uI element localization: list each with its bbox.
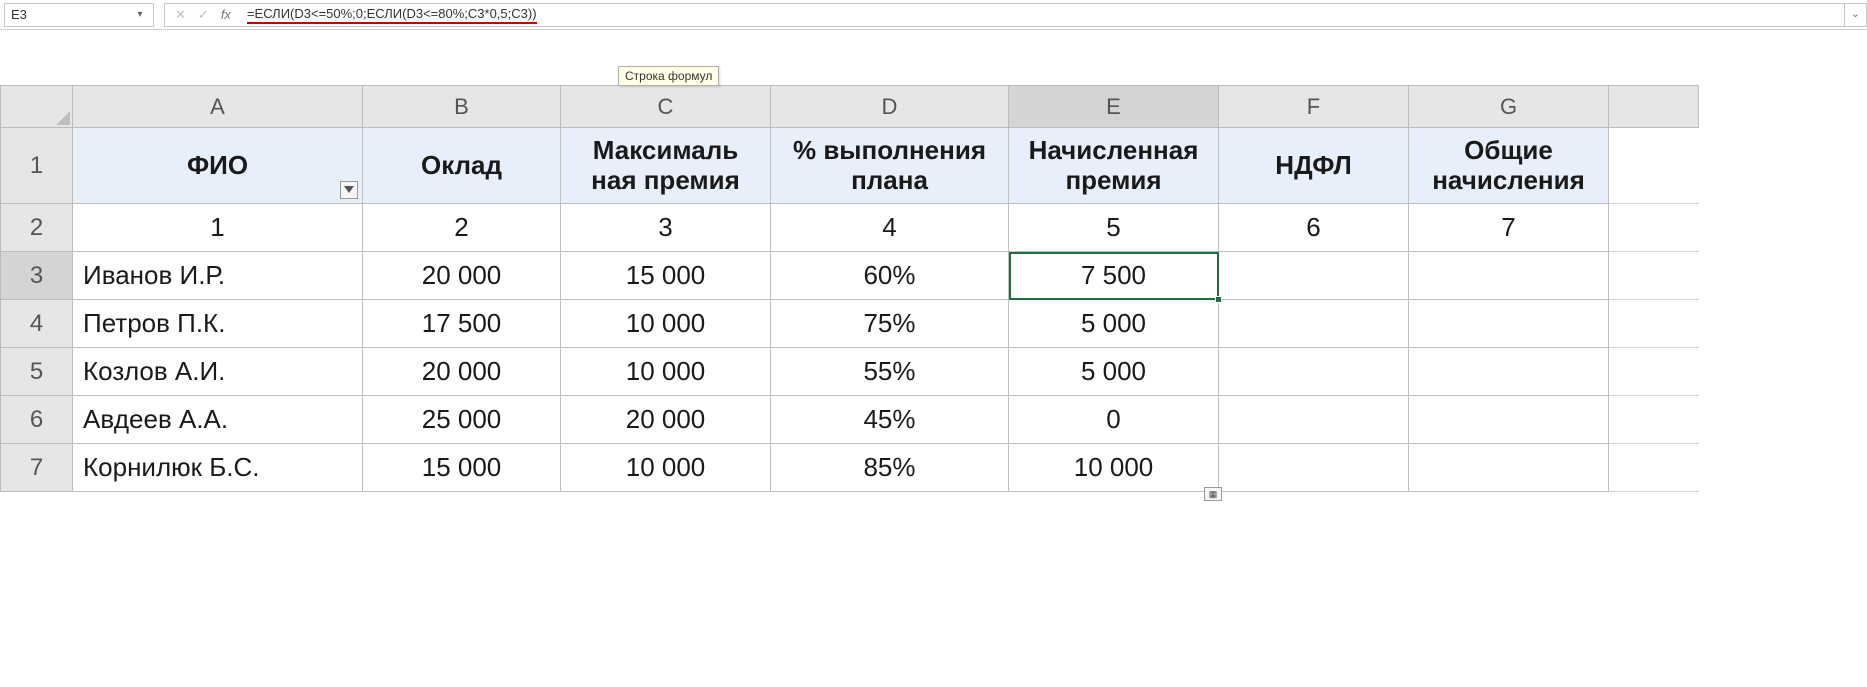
cell-D6[interactable]: 45% (771, 396, 1009, 444)
cell-E4[interactable]: 5 000 (1009, 300, 1219, 348)
header-plan[interactable]: % выполненияплана (771, 128, 1009, 204)
cell-D2[interactable]: 4 (771, 204, 1009, 252)
cell-G7[interactable] (1409, 444, 1609, 492)
cell-G5[interactable] (1409, 348, 1609, 396)
cell-G6[interactable] (1409, 396, 1609, 444)
cell-F5[interactable] (1219, 348, 1409, 396)
cell-blank[interactable] (1609, 128, 1699, 204)
column-header-row: A B C D E F G (1, 86, 1699, 128)
formula-bar: E3 ▾ ✕ ✓ fx =ЕСЛИ(D3<=50%;0;ЕСЛИ(D3<=80%… (0, 0, 1867, 30)
cell-A5[interactable]: Козлов А.И. (73, 348, 363, 396)
col-header-extra[interactable] (1609, 86, 1699, 128)
col-header-B[interactable]: B (363, 86, 561, 128)
col-header-E[interactable]: E (1009, 86, 1219, 128)
cell-E3-active[interactable]: 7 500 (1009, 252, 1219, 300)
cell-B2[interactable]: 2 (363, 204, 561, 252)
row-header-5[interactable]: 5 (1, 348, 73, 396)
cell-B6[interactable]: 25 000 (363, 396, 561, 444)
header-total[interactable]: Общиеначисления (1409, 128, 1609, 204)
cell-E6[interactable]: 0 (1009, 396, 1219, 444)
cell-G3[interactable] (1409, 252, 1609, 300)
table-row: 4 Петров П.К. 17 500 10 000 75% 5 000 (1, 300, 1699, 348)
header-ndfl[interactable]: НДФЛ (1219, 128, 1409, 204)
col-header-F[interactable]: F (1219, 86, 1409, 128)
cell-blank[interactable] (1609, 300, 1699, 348)
cell-B4[interactable]: 17 500 (363, 300, 561, 348)
table-row: 5 Козлов А.И. 20 000 10 000 55% 5 000 (1, 348, 1699, 396)
formula-bar-tooltip: Строка формул (618, 66, 719, 86)
cell-A4[interactable]: Петров П.К. (73, 300, 363, 348)
cell-C3[interactable]: 15 000 (561, 252, 771, 300)
cell-F2[interactable]: 6 (1219, 204, 1409, 252)
cell-F7[interactable] (1219, 444, 1409, 492)
col-header-G[interactable]: G (1409, 86, 1609, 128)
cell-A3[interactable]: Иванов И.Р. (73, 252, 363, 300)
header-fio[interactable]: ФИО (73, 128, 363, 204)
table-row: 7 Корнилюк Б.С. 15 000 10 000 85% 10 000… (1, 444, 1699, 492)
cell-D7[interactable]: 85% (771, 444, 1009, 492)
cell-B3[interactable]: 20 000 (363, 252, 561, 300)
cell-E5[interactable]: 5 000 (1009, 348, 1219, 396)
cell-C7[interactable]: 10 000 (561, 444, 771, 492)
cell-E2[interactable]: 5 (1009, 204, 1219, 252)
cell-G4[interactable] (1409, 300, 1609, 348)
header-max-prem[interactable]: Максимальная премия (561, 128, 771, 204)
col-header-D[interactable]: D (771, 86, 1009, 128)
row-header-3[interactable]: 3 (1, 252, 73, 300)
cell-A7[interactable]: Корнилюк Б.С. (73, 444, 363, 492)
cell-D4[interactable]: 75% (771, 300, 1009, 348)
cell-C6[interactable]: 20 000 (561, 396, 771, 444)
formula-text: =ЕСЛИ(D3<=50%;0;ЕСЛИ(D3<=80%;C3*0,5;C3)) (247, 6, 537, 24)
formula-bar-buttons: ✕ ✓ fx (164, 3, 241, 27)
cell-blank[interactable] (1609, 348, 1699, 396)
row-header-4[interactable]: 4 (1, 300, 73, 348)
enter-icon[interactable]: ✓ (198, 7, 209, 23)
formula-bar-expand-icon[interactable]: ⌄ (1845, 3, 1867, 27)
cell-B5[interactable]: 20 000 (363, 348, 561, 396)
cell-blank[interactable] (1609, 444, 1699, 492)
row-header-2[interactable]: 2 (1, 204, 73, 252)
cell-D5[interactable]: 55% (771, 348, 1009, 396)
header-oklad[interactable]: Оклад (363, 128, 561, 204)
cell-C4[interactable]: 10 000 (561, 300, 771, 348)
select-all-corner[interactable] (1, 86, 73, 128)
table-row: 3 Иванов И.Р. 20 000 15 000 60% 7 500 (1, 252, 1699, 300)
cell-C5[interactable]: 10 000 (561, 348, 771, 396)
cell-blank[interactable] (1609, 204, 1699, 252)
cell-F3[interactable] (1219, 252, 1409, 300)
filter-icon[interactable] (340, 181, 358, 199)
table-header-row: 1 ФИО Оклад Максимальная премия % выполн… (1, 128, 1699, 204)
cell-C2[interactable]: 3 (561, 204, 771, 252)
cell-D3[interactable]: 60% (771, 252, 1009, 300)
cell-blank[interactable] (1609, 396, 1699, 444)
worksheet-grid[interactable]: A B C D E F G 1 ФИО Оклад Максимальная п… (0, 85, 1699, 492)
name-box-value: E3 (11, 7, 133, 22)
header-fio-label: ФИО (187, 150, 248, 180)
formula-input[interactable]: =ЕСЛИ(D3<=50%;0;ЕСЛИ(D3<=80%;C3*0,5;C3)) (241, 3, 1845, 27)
insert-function-icon[interactable]: fx (221, 7, 231, 22)
cancel-icon[interactable]: ✕ (175, 7, 186, 23)
row-header-1[interactable]: 1 (1, 128, 73, 204)
cell-B7[interactable]: 15 000 (363, 444, 561, 492)
col-header-C[interactable]: C (561, 86, 771, 128)
table-row: 6 Авдеев А.А. 25 000 20 000 45% 0 (1, 396, 1699, 444)
cell-F6[interactable] (1219, 396, 1409, 444)
cell-A6[interactable]: Авдеев А.А. (73, 396, 363, 444)
name-box[interactable]: E3 ▾ (4, 3, 154, 27)
cell-G2[interactable]: 7 (1409, 204, 1609, 252)
cell-A2[interactable]: 1 (73, 204, 363, 252)
cell-blank[interactable] (1609, 252, 1699, 300)
header-nach-prem[interactable]: Начисленнаяпремия (1009, 128, 1219, 204)
col-header-A[interactable]: A (73, 86, 363, 128)
row-header-6[interactable]: 6 (1, 396, 73, 444)
name-box-dropdown-icon[interactable]: ▾ (133, 9, 147, 20)
cell-E7[interactable]: 10 000 ▦ (1009, 444, 1219, 492)
row-header-7[interactable]: 7 (1, 444, 73, 492)
cell-F4[interactable] (1219, 300, 1409, 348)
table-row-numbers: 2 1 2 3 4 5 6 7 (1, 204, 1699, 252)
